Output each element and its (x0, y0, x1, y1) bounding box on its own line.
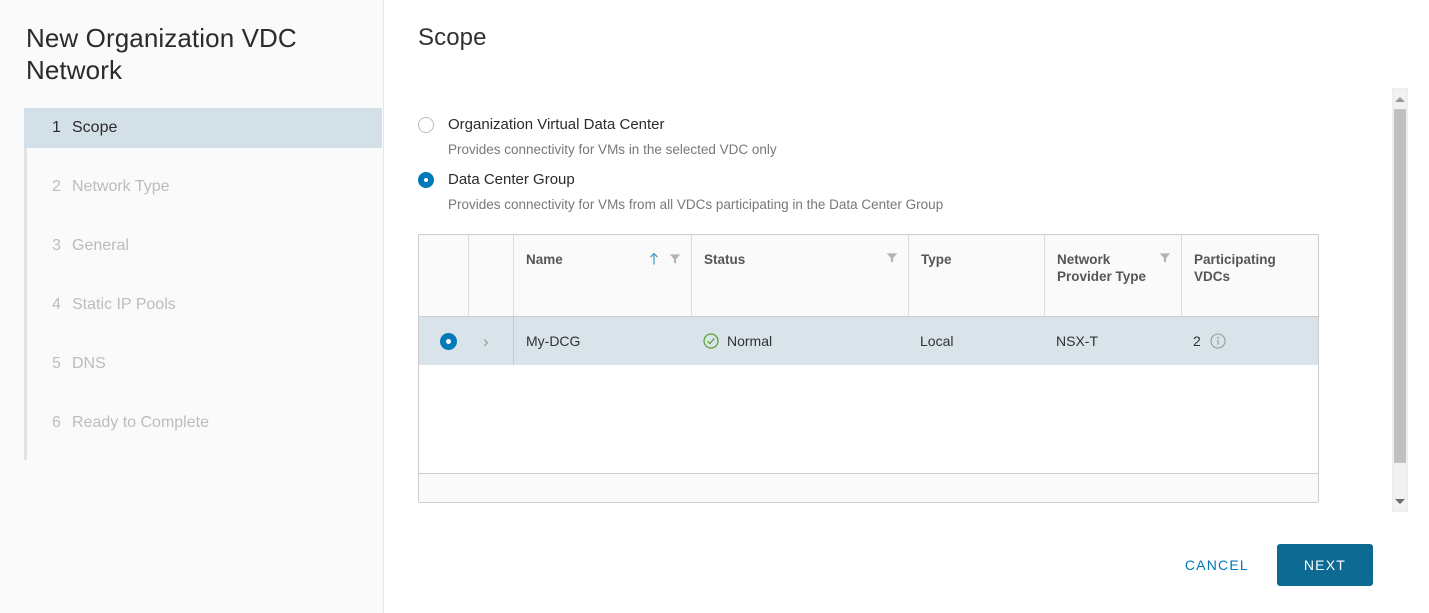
step-number: 5 (52, 355, 61, 372)
wizard-step-static-ip-pools[interactable]: 4 Static IP Pools (24, 285, 382, 325)
table-header-network-provider-type[interactable]: Network Provider Type (1044, 235, 1181, 316)
step-label: Network Type (72, 178, 170, 195)
row-expand-cell[interactable]: › (468, 317, 513, 365)
step-number: 6 (52, 414, 61, 431)
scrollbar-up-button[interactable] (1393, 91, 1407, 107)
caret-down-icon (1395, 498, 1405, 504)
table-row[interactable]: › My-DCG Normal Local NSX-T 2 (419, 317, 1318, 365)
step-label: Ready to Complete (72, 414, 209, 431)
table-header-type[interactable]: Type (908, 235, 1044, 316)
page-title: Scope (418, 24, 487, 51)
table-header-participating-vdcs[interactable]: Participating VDCs (1181, 235, 1318, 316)
row-status-cell: Normal (691, 317, 908, 365)
filter-icon[interactable] (669, 253, 681, 265)
filter-icon[interactable] (886, 252, 898, 264)
table-empty-area (419, 365, 1318, 474)
table-header-name-label: Name (526, 252, 563, 267)
table-header-expand (468, 235, 513, 316)
content-scrollbar[interactable] (1392, 88, 1408, 512)
row-select-cell[interactable] (419, 317, 468, 365)
step-label: Scope (72, 119, 118, 136)
step-label: DNS (72, 355, 106, 372)
cancel-button[interactable]: CANCEL (1171, 547, 1263, 583)
step-number: 3 (52, 237, 61, 254)
chevron-right-icon[interactable]: › (483, 333, 489, 350)
table-header-participating-vdcs-label: Participating VDCs (1194, 252, 1276, 284)
scope-option-org-vdc[interactable]: Organization Virtual Data Center (418, 116, 1385, 133)
wizard-footer: CANCEL NEXT (384, 517, 1429, 613)
row-radio-selected[interactable] (440, 332, 457, 350)
table-header-status-label: Status (704, 252, 746, 267)
caret-up-icon (1395, 96, 1405, 102)
table-header-select (419, 235, 468, 316)
wizard-step-dns[interactable]: 5 DNS (24, 344, 382, 384)
check-circle-icon (703, 333, 719, 349)
step-number: 1 (52, 119, 61, 136)
table-header-row: Name Status Type Network Provider Type P… (419, 235, 1318, 317)
table-header-status[interactable]: Status (691, 235, 908, 316)
radio-desc-org-vdc: Provides connectivity for VMs in the sel… (448, 142, 777, 157)
wizard-sidebar: New Organization VDC Network 1 Scope 2 N… (0, 0, 384, 613)
next-button[interactable]: NEXT (1276, 544, 1373, 586)
wizard-step-network-type[interactable]: 2 Network Type (24, 167, 382, 207)
step-number: 4 (52, 296, 61, 313)
step-label: Static IP Pools (72, 296, 176, 313)
row-status-label: Normal (727, 333, 773, 349)
wizard-step-scope[interactable]: 1 Scope (24, 108, 382, 148)
radio-label-data-center-group[interactable]: Data Center Group (448, 171, 575, 188)
table-header-type-label: Type (921, 252, 952, 267)
row-participating-vdcs-count: 2 (1193, 333, 1201, 349)
scrollbar-thumb[interactable] (1394, 109, 1406, 463)
table-header-network-provider-type-label: Network Provider Type (1057, 252, 1147, 284)
scope-option-data-center-group[interactable]: Data Center Group (418, 171, 1385, 188)
row-type-cell: Local (920, 333, 954, 349)
info-circle-icon[interactable] (1201, 333, 1226, 349)
wizard-main: Scope Organization Virtual Data Center P… (384, 0, 1429, 613)
radio-label-org-vdc[interactable]: Organization Virtual Data Center (448, 116, 665, 133)
data-center-group-table: Name Status Type Network Provider Type P… (418, 234, 1319, 503)
row-network-provider-type-cell: NSX-T (1056, 333, 1098, 349)
sort-ascending-icon[interactable] (648, 252, 660, 266)
filter-icon[interactable] (1159, 252, 1171, 264)
radio-data-center-group[interactable] (418, 171, 434, 188)
wizard-step-ready-to-complete[interactable]: 6 Ready to Complete (24, 403, 382, 443)
scrollbar-down-button[interactable] (1393, 493, 1407, 509)
step-number: 2 (52, 178, 61, 195)
table-header-name[interactable]: Name (513, 235, 691, 316)
table-footer (419, 474, 1318, 502)
radio-org-vdc[interactable] (418, 116, 434, 133)
row-name-cell: My-DCG (513, 317, 691, 365)
radio-desc-data-center-group: Provides connectivity for VMs from all V… (448, 197, 944, 212)
step-label: General (72, 237, 129, 254)
wizard-steps: 1 Scope 2 Network Type 3 General 4 Stati… (0, 108, 383, 460)
row-participating-vdcs-cell: 2 (1181, 317, 1318, 365)
wizard-step-general[interactable]: 3 General (24, 226, 382, 266)
scope-content: Organization Virtual Data Center Provide… (384, 88, 1385, 506)
new-org-vdc-network-wizard: New Organization VDC Network 1 Scope 2 N… (0, 0, 1429, 613)
wizard-title: New Organization VDC Network (26, 23, 297, 85)
